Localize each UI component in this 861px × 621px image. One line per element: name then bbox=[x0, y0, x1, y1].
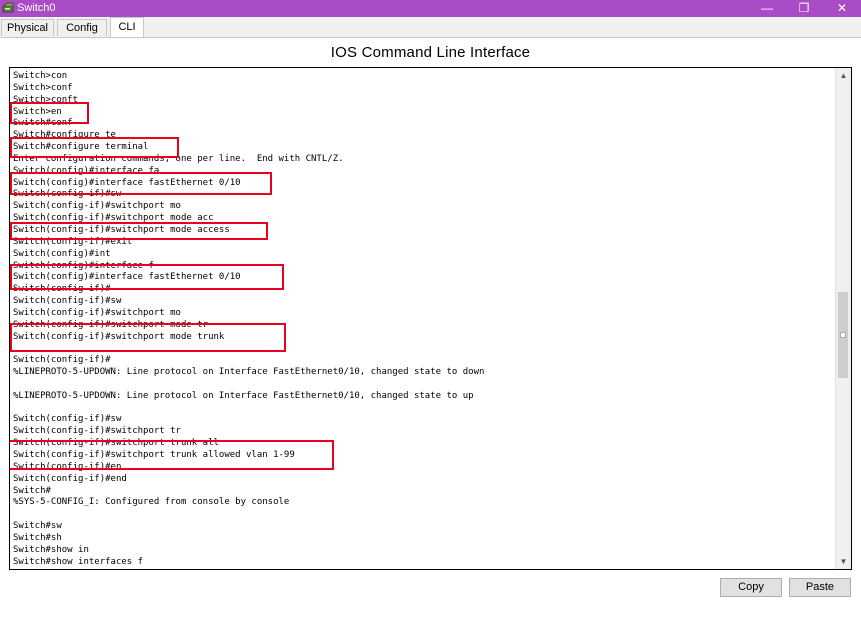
copy-button[interactable]: Copy bbox=[720, 578, 782, 597]
console-line: %LINEPROTO-5-UPDOWN: Line protocol on In… bbox=[13, 390, 474, 401]
console-line: Switch(config-if)#switchport mode acc bbox=[13, 213, 214, 224]
console-line: Switch>con bbox=[13, 71, 68, 81]
console-line: Switch(config-if)#sw bbox=[13, 296, 122, 307]
close-icon[interactable]: ✕ bbox=[827, 0, 857, 17]
console-line: Switch>conf bbox=[13, 82, 73, 93]
console-line: Switch(config-if)#sw bbox=[13, 414, 122, 425]
console-line: Enter configuration commands, one per li… bbox=[13, 153, 344, 164]
console-line: Switch(config-if)#switchport mo bbox=[13, 201, 181, 212]
console-line: Switch#show interfaces f bbox=[13, 556, 144, 567]
console-line: Switch#show in bbox=[13, 544, 89, 555]
console-line: Switch(config-if)#switchport trunk all bbox=[13, 438, 219, 449]
console-line: Switch(config)#interface fa bbox=[13, 165, 160, 176]
console-line: Switch>conft bbox=[13, 94, 79, 105]
console-line: Switch#sw bbox=[13, 521, 62, 532]
window-title: Switch0 bbox=[17, 2, 56, 14]
console-line: Switch(config-if)# bbox=[13, 284, 111, 295]
tab-config[interactable]: Config bbox=[57, 19, 107, 36]
page-title: IOS Command Line Interface bbox=[330, 44, 531, 61]
scroll-grip-icon bbox=[840, 332, 846, 338]
switch-app-icon bbox=[2, 2, 14, 13]
scroll-up-icon[interactable]: ▲ bbox=[836, 68, 851, 83]
scroll-thumb[interactable] bbox=[838, 292, 848, 378]
console-line: Switch(config-if)# bbox=[13, 355, 111, 366]
scroll-down-icon[interactable]: ▼ bbox=[836, 554, 851, 569]
console-line: Switch(config-if)#switchport mo bbox=[13, 307, 181, 318]
console-line: Switch#conf bbox=[13, 118, 73, 129]
tab-physical[interactable]: Physical bbox=[1, 19, 54, 36]
console-line: Switch(config-if)#sw bbox=[13, 189, 122, 200]
console-line: Switch#configure terminal bbox=[13, 142, 149, 153]
tab-strip: Physical Config CLI bbox=[0, 17, 861, 38]
title-bar: Switch0 — ❐ ✕ bbox=[0, 0, 861, 17]
console-output[interactable]: Switch>con Switch>conf Switch>conft Switch>… bbox=[13, 71, 833, 568]
console-line: %SYS-5-CONFIG_I: Configured from console… bbox=[13, 497, 290, 508]
console-line: %LINEPROTO-5-UPDOWN: Line protocol on In… bbox=[13, 367, 485, 378]
console-line: Switch(config-if)#switchport tr bbox=[13, 426, 181, 437]
console-line: Switch#sh bbox=[13, 532, 62, 543]
console-line: Switch(config)#interface fastEthernet 0/… bbox=[13, 272, 241, 283]
console-line: Switch(config-if)#switchport trunk allow… bbox=[13, 450, 295, 460]
paste-button[interactable]: Paste bbox=[789, 578, 851, 597]
tab-cli[interactable]: CLI bbox=[110, 17, 144, 37]
console-line: Switch(config-if)#en bbox=[13, 461, 122, 472]
console-line: Switch(config)#interface f bbox=[13, 260, 154, 271]
console-line: Switch(config-if)#exit bbox=[13, 236, 133, 247]
console-line: Switch(config-if)#switchport mode access bbox=[13, 224, 230, 235]
console-line: Switch(config)#interface fastEthernet 0/… bbox=[13, 177, 241, 188]
console-line: Switch(config)#int bbox=[13, 248, 111, 259]
console-line: Switch(config-if)#switchport mode trunk bbox=[13, 331, 225, 342]
cli-console[interactable]: Switch>con Switch>conf Switch>conft Switch>… bbox=[9, 67, 852, 570]
console-line: Switch# bbox=[13, 485, 51, 496]
minimize-icon[interactable]: — bbox=[752, 0, 782, 17]
maximize-icon[interactable]: ❐ bbox=[789, 0, 819, 17]
console-line: Switch(config-if)#end bbox=[13, 473, 127, 484]
console-line: Switch(config-if)#switchport mode tr bbox=[13, 319, 209, 330]
console-line: Switch>en bbox=[13, 106, 62, 117]
console-line: Switch#configure te bbox=[13, 130, 116, 141]
vertical-scrollbar[interactable]: ▲ ▼ bbox=[835, 68, 851, 569]
